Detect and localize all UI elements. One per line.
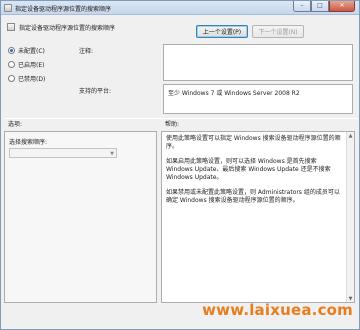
help-scrollbar[interactable]: ▲ ▼ [346, 132, 354, 302]
help-panel: 使用此策略设置可以指定 Windows 搜索设备驱动程序源位置的顺序。 如果启用… [161, 131, 355, 303]
site-watermark: www.laixuea.com [202, 301, 353, 319]
help-section-label: 帮助: [165, 121, 180, 128]
policy-dialog-window: 指定设备驱动程序源位置的搜索顺序 – □ ✕ 指定设备驱动程序源位置的搜索顺序 … [0, 0, 360, 330]
radio-button[interactable] [8, 47, 15, 54]
supported-platform-value: 至少 Windows 7 或 Windows Server 2008 R2 [168, 90, 300, 97]
radio-label: 未配置(C) [18, 48, 45, 55]
setting-name: 指定设备驱动程序源位置的搜索顺序 [19, 25, 116, 32]
help-paragraph: 如果禁用或未配置此策略设置，则 Administrators 组的成员可以确定 … [166, 189, 340, 204]
help-paragraph: 使用此策略设置可以指定 Windows 搜索设备驱动程序源位置的顺序。 [166, 135, 341, 150]
scroll-up-arrow-icon[interactable]: ▲ [347, 132, 354, 139]
options-panel: 选择搜索顺序: ▼ [4, 131, 157, 303]
search-order-dropdown[interactable]: ▼ [9, 148, 117, 158]
radio-enabled[interactable]: 已启用(E) [8, 60, 44, 69]
minimize-button[interactable]: – [293, 1, 311, 12]
supported-platform-label: 支持的平台: [79, 88, 112, 95]
comment-label: 注释: [79, 48, 94, 55]
close-button[interactable]: ✕ [329, 1, 355, 12]
window-controls: – □ ✕ [293, 1, 355, 13]
divider [4, 118, 358, 119]
previous-setting-button[interactable]: 上一个设置(P) [196, 25, 248, 38]
radio-label: 已启用(E) [18, 62, 45, 69]
policy-icon [7, 23, 15, 31]
title-bar[interactable]: 指定设备驱动程序源位置的搜索顺序 – □ ✕ [1, 1, 359, 15]
supported-platform-field: 至少 Windows 7 或 Windows Server 2008 R2 [163, 84, 353, 114]
next-setting-button[interactable]: 下一个设置(N) [252, 25, 304, 38]
maximize-button[interactable]: □ [311, 1, 329, 12]
radio-label: 已禁用(D) [18, 76, 46, 83]
chevron-down-icon: ▼ [110, 151, 114, 157]
policy-icon [4, 4, 12, 12]
radio-button[interactable] [8, 61, 15, 68]
search-order-label: 选择搜索顺序: [9, 139, 48, 146]
options-section-label: 选项: [8, 121, 23, 128]
radio-disabled[interactable]: 已禁用(D) [8, 74, 45, 83]
radio-not-configured[interactable]: 未配置(C) [8, 46, 45, 55]
comment-textarea[interactable] [163, 44, 353, 81]
window-title: 指定设备驱动程序源位置的搜索顺序 [15, 6, 112, 13]
help-paragraph: 如果启用此策略设置，则可以选择 Windows 是首先搜索 Windows Up… [166, 158, 331, 181]
radio-button[interactable] [8, 75, 15, 82]
